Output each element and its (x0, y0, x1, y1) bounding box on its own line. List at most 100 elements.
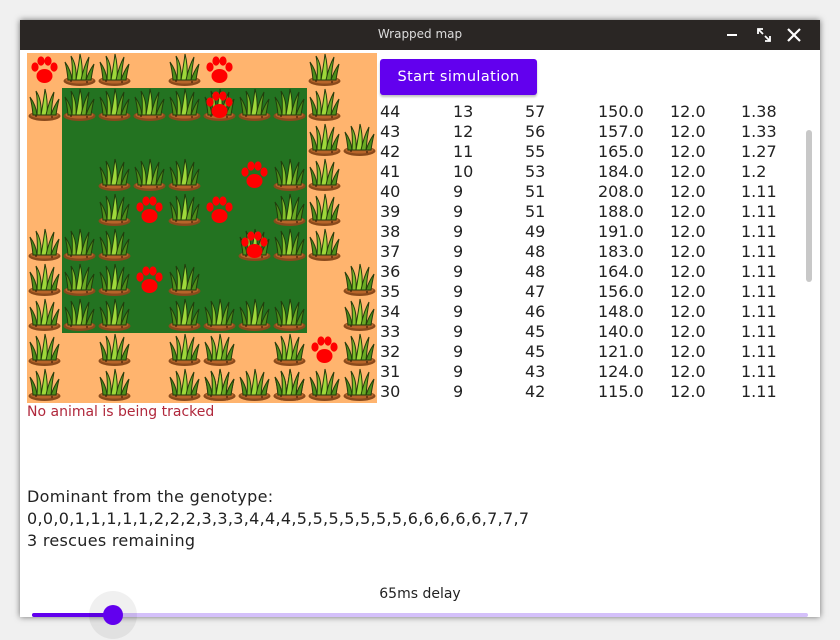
rescues-remaining: 3 rescues remaining (27, 531, 196, 550)
world-map[interactable] (27, 53, 377, 403)
stats-cell: 37 (380, 242, 401, 261)
stats-cell: 188.0 (598, 202, 644, 221)
stats-cell: 12.0 (670, 262, 706, 281)
grass-tuft-icon (62, 298, 97, 333)
grass-tuft-icon (97, 53, 132, 88)
grass-tuft-icon (307, 193, 342, 228)
stats-cell: 43 (380, 122, 401, 141)
main-content: No animal is being tracked Start simulat… (20, 50, 820, 639)
grass-tuft-icon (272, 368, 307, 403)
grass-tuft-icon (167, 263, 202, 298)
stats-cell: 48 (525, 262, 546, 281)
stats-cell: 31 (380, 362, 401, 381)
paw-print-icon[interactable] (307, 333, 342, 368)
stats-scrollbar[interactable] (806, 130, 812, 282)
grass-tuft-icon (237, 368, 272, 403)
grass-tuft-icon (307, 158, 342, 193)
stats-cell: 12.0 (670, 342, 706, 361)
stats-cell: 12.0 (670, 142, 706, 161)
grass-tuft-icon (307, 123, 342, 158)
delay-slider-track[interactable] (32, 613, 808, 617)
grass-tuft-icon (272, 193, 307, 228)
stats-cell: 1.2 (741, 162, 767, 181)
paw-print-icon[interactable] (27, 53, 62, 88)
title-bar[interactable]: Wrapped map (20, 20, 820, 50)
stats-cell: 43 (525, 362, 546, 381)
grass-tuft-icon (167, 298, 202, 333)
stats-cell: 150.0 (598, 102, 644, 121)
paw-print-icon[interactable] (132, 193, 167, 228)
stats-cell: 35 (380, 282, 401, 301)
stats-cell: 9 (453, 302, 464, 321)
grass-tuft-icon (342, 368, 377, 403)
statistics-list[interactable]: 44 13 57 150.0 12.0 1.38 43 12 56 157.0 12.0 1.33 42… (380, 102, 810, 402)
stats-cell: 47 (525, 282, 546, 301)
grass-tuft-icon (272, 228, 307, 263)
minimize-icon[interactable] (722, 25, 742, 45)
stats-cell: 121.0 (598, 342, 644, 361)
stats-cell: 13 (453, 102, 474, 121)
stats-cell: 9 (453, 262, 464, 281)
stats-cell: 156.0 (598, 282, 644, 301)
stats-cell: 164.0 (598, 262, 644, 281)
stats-cell: 51 (525, 182, 546, 201)
stats-cell: 148.0 (598, 302, 644, 321)
paw-print-icon[interactable] (237, 228, 272, 263)
stats-cell: 1.11 (741, 182, 777, 201)
grass-tuft-icon (202, 333, 237, 368)
grass-tuft-icon (62, 88, 97, 123)
grass-tuft-icon (272, 298, 307, 333)
grass-tuft-icon (62, 53, 97, 88)
window-title: Wrapped map (377, 27, 463, 41)
stats-cell: 11 (453, 142, 474, 161)
paw-print-icon[interactable] (237, 158, 272, 193)
grass-tuft-icon (27, 263, 62, 298)
stats-cell: 1.11 (741, 342, 777, 361)
grass-tuft-icon (97, 298, 132, 333)
grass-tuft-icon (342, 298, 377, 333)
stats-cell: 57 (525, 102, 546, 121)
grass-tuft-icon (62, 263, 97, 298)
stats-cell: 12 (453, 122, 474, 141)
paw-print-icon[interactable] (202, 193, 237, 228)
stats-cell: 48 (525, 242, 546, 261)
maximize-icon[interactable] (754, 25, 774, 45)
grass-tuft-icon (97, 333, 132, 368)
stats-cell: 12.0 (670, 362, 706, 381)
grass-tuft-icon (237, 298, 272, 333)
stats-cell: 191.0 (598, 222, 644, 241)
tracking-status: No animal is being tracked (27, 404, 215, 420)
stats-cell: 1.11 (741, 202, 777, 221)
grass-tuft-icon (97, 228, 132, 263)
stats-cell: 9 (453, 362, 464, 381)
grass-tuft-icon (307, 368, 342, 403)
stats-cell: 1.11 (741, 282, 777, 301)
stats-cell: 1.11 (741, 362, 777, 381)
paw-print-icon[interactable] (132, 263, 167, 298)
stats-cell: 9 (453, 382, 464, 401)
stats-cell: 1.11 (741, 322, 777, 341)
stats-cell: 165.0 (598, 142, 644, 161)
start-simulation-button[interactable]: Start simulation (380, 59, 537, 95)
stats-cell: 157.0 (598, 122, 644, 141)
grass-tuft-icon (272, 158, 307, 193)
paw-print-icon[interactable] (202, 53, 237, 88)
stats-cell: 39 (380, 202, 401, 221)
grass-tuft-icon (132, 88, 167, 123)
grass-tuft-icon (27, 88, 62, 123)
stats-cell: 10 (453, 162, 474, 181)
genotype-value: 0,0,0,1,1,1,1,1,2,2,2,3,3,3,4,4,4,5,5,5,… (27, 509, 530, 528)
stats-cell: 12.0 (670, 302, 706, 321)
stats-cell: 56 (525, 122, 546, 141)
grass-tuft-icon (237, 88, 272, 123)
stats-cell: 36 (380, 262, 401, 281)
stats-cell: 9 (453, 342, 464, 361)
stats-cell: 1.27 (741, 142, 777, 161)
grass-tuft-icon (97, 88, 132, 123)
stats-cell: 12.0 (670, 202, 706, 221)
grass-tuft-icon (167, 53, 202, 88)
close-icon[interactable] (784, 25, 804, 45)
stats-cell: 45 (525, 322, 546, 341)
paw-print-icon[interactable] (202, 88, 237, 123)
grass-tuft-icon (97, 158, 132, 193)
